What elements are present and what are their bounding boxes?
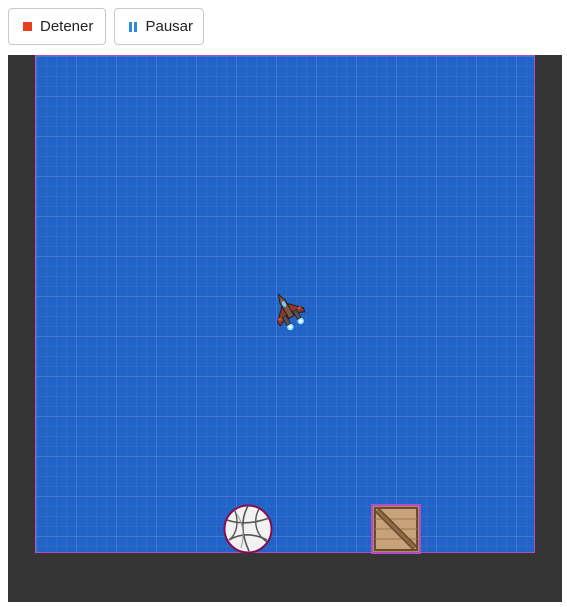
- game-stage[interactable]: [8, 55, 562, 602]
- pause-button[interactable]: Pausar: [114, 8, 204, 45]
- game-arena[interactable]: [35, 55, 535, 554]
- pause-icon: [129, 21, 138, 32]
- spaceship-icon[interactable]: [268, 288, 308, 334]
- stop-button[interactable]: Detener: [8, 8, 106, 45]
- wooden-crate-icon[interactable]: [371, 504, 421, 554]
- stop-button-label: Detener: [40, 18, 94, 35]
- volleyball-icon[interactable]: [223, 504, 273, 554]
- toolbar: Detener Pausar: [0, 0, 567, 54]
- pause-button-label: Pausar: [145, 18, 193, 35]
- stop-icon: [23, 22, 32, 31]
